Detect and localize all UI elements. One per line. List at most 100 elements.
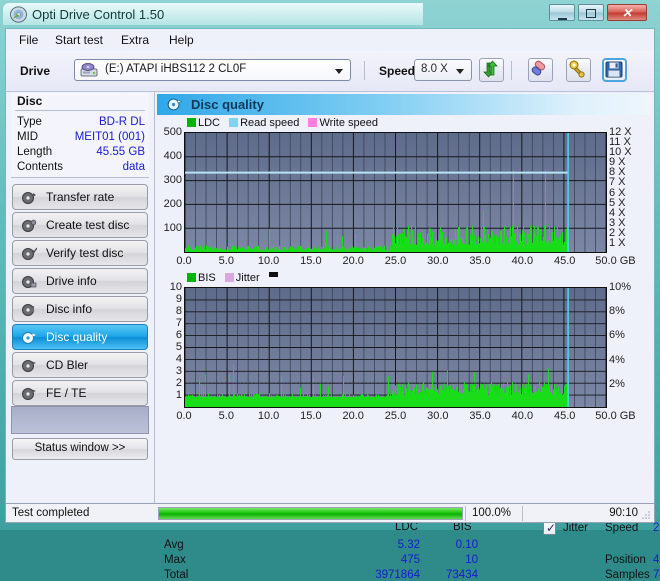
disc-row-mid-label: MID	[17, 131, 39, 143]
bis-xtick-5: 5.0	[218, 410, 234, 422]
sidebar-item-label: Disc quality	[46, 330, 108, 344]
status-window-button[interactable]: Status window >>	[12, 438, 148, 460]
status-separator-2	[522, 506, 523, 521]
ldc-xtick-25: 25.0	[384, 255, 407, 267]
disc-quality-icon	[167, 97, 183, 112]
toolbar-separator-2	[511, 61, 512, 80]
chevron-down-icon	[335, 69, 343, 74]
disc-row-contents-value: data	[122, 161, 145, 173]
tools-button[interactable]	[566, 58, 591, 82]
bis-xtick-15: 15.0	[300, 410, 322, 422]
stats-row-avg-label: Avg	[164, 539, 184, 551]
legend-marker-black	[268, 272, 278, 277]
disc-quality-icon	[21, 330, 37, 346]
bis-chart-legend: BIS Jitter	[187, 272, 278, 284]
drive-value: (E:) ATAPI iHBS112 2 CL0F	[105, 63, 247, 75]
speed-select[interactable]: 8.0 X	[414, 59, 472, 81]
menu-help[interactable]: Help	[164, 32, 199, 48]
sidebar-item-transfer-rate[interactable]: Transfer rate	[12, 184, 148, 210]
close-button[interactable]: ✕	[607, 4, 647, 21]
sidebar-item-label: CD Bler	[46, 358, 89, 372]
legend-swatch-jitter	[224, 273, 234, 282]
disc-info-heading: Disc	[17, 94, 43, 108]
menu-start-test[interactable]: Start test	[50, 32, 108, 48]
ldc-xtick-0: 0.0	[176, 255, 192, 267]
drive-select[interactable]: (E:) ATAPI iHBS112 2 CL0F	[74, 59, 351, 81]
bis-ytick-6: 6	[175, 329, 182, 341]
ldc-xtick-20: 20.0	[342, 255, 364, 267]
sidebar-item-drive-info[interactable]: Drive info	[12, 268, 148, 294]
menu-bar: File Start test Extra Help	[6, 29, 654, 51]
samples-stat-label: Samples	[605, 569, 650, 581]
bis-ytick-5: 5	[175, 341, 182, 353]
erase-button[interactable]	[528, 58, 553, 82]
legend-label-write-speed: Write speed	[319, 117, 378, 129]
legend-label-ldc: LDC	[198, 117, 221, 129]
progress-bar-fill	[159, 508, 462, 519]
stats-max-bis: 10	[465, 554, 478, 566]
tools-icon	[569, 60, 585, 78]
ldc-chart-y2axis: 12 X 11 X 10 X 9 X 8 X 7 X 6 X 5 X 4 X 3…	[609, 126, 653, 253]
bis-chart-y2axis: 10% 8% 6% 4% 2%	[609, 281, 653, 408]
disc-row-contents: Contents data	[17, 161, 145, 175]
sidebar-item-cd-bler[interactable]: CD Bler	[12, 352, 148, 378]
legend-label-bis: BIS	[198, 272, 216, 284]
menu-extra[interactable]: Extra	[116, 32, 154, 48]
ldc-ytick-500: 500	[163, 126, 182, 138]
bis-xtick-20: 20.0	[342, 410, 364, 422]
bis-y2tick-6pct: 6%	[609, 329, 625, 342]
disc-info-divider	[15, 110, 145, 111]
checkmark-icon: ✓	[546, 521, 557, 535]
refresh-arrows-icon	[483, 60, 498, 78]
resize-grip[interactable]	[641, 510, 651, 520]
maximize-button[interactable]	[578, 4, 604, 21]
sidebar-item-disc-info[interactable]: Disc info	[12, 296, 148, 322]
fe-te-icon	[21, 386, 37, 402]
jitter-checkbox[interactable]: ✓	[543, 521, 557, 535]
disc-verify-icon	[21, 246, 38, 262]
bis-ytick-2: 2	[175, 377, 182, 389]
ldc-chart-yaxis: 500 400 300 200 100	[155, 126, 182, 252]
ldc-xtick-30: 30.0	[427, 255, 449, 267]
sidebar-item-disc-quality[interactable]: Disc quality	[12, 324, 148, 350]
save-button[interactable]	[602, 58, 627, 82]
ldc-xtick-40: 40.0	[511, 255, 534, 267]
window-title: Opti Drive Control 1.50	[32, 7, 165, 22]
bis-y2tick-4pct: 4%	[609, 353, 625, 366]
samples-stat-value: 746286	[653, 569, 660, 581]
page-title: Disc quality	[191, 97, 264, 112]
position-stat-label: Position	[605, 554, 646, 566]
sidebar-item-label: Verify test disc	[46, 246, 124, 260]
left-panel: Disc Type BD-R DL MID MEIT01 (001) Lengt…	[6, 92, 154, 520]
menu-file[interactable]: File	[14, 32, 43, 48]
ldc-xtick-45: 45.0	[553, 255, 576, 267]
drive-info-icon	[21, 274, 37, 290]
sidebar-item-label: Drive info	[46, 274, 97, 288]
ldc-xtick-10: 10.0	[257, 255, 280, 267]
sidebar-item-verify-test-disc[interactable]: Verify test disc	[12, 240, 148, 266]
bis-ytick-4: 4	[175, 353, 182, 365]
bis-plot-area	[184, 287, 607, 408]
disc-rate-icon	[21, 190, 37, 206]
bis-y2tick-2pct: 2%	[609, 377, 625, 390]
ldc-xtick-15: 15.0	[300, 255, 322, 267]
bis-xtick-35: 35.0	[469, 410, 491, 422]
bis-xtick-0: 0.0	[176, 410, 192, 422]
ldc-xtick-35: 35.0	[469, 255, 491, 267]
cd-bler-icon	[21, 358, 37, 374]
ldc-chart: LDC Read speed Write speed 500 400 300 2…	[155, 117, 655, 267]
position-stat-value: 46643	[653, 554, 660, 566]
chevron-down-icon	[456, 69, 464, 74]
refresh-button[interactable]	[479, 58, 504, 82]
bis-ytick-1: 1	[175, 389, 182, 401]
minimize-button[interactable]	[549, 4, 575, 21]
sidebar-item-fe-te[interactable]: FE / TE	[12, 380, 148, 406]
bis-xtick-30: 30.0	[427, 410, 449, 422]
sidebar-filler	[11, 406, 149, 434]
ldc-xtick-50: 50.0 GB	[595, 255, 636, 267]
speed-value: 8.0 X	[421, 63, 448, 75]
progress-percent: 100.0%	[472, 507, 512, 519]
bis-ytick-8: 8	[175, 305, 182, 317]
sidebar-item-create-test-disc[interactable]: Create test disc	[12, 212, 148, 238]
status-window-label: Status window >>	[34, 442, 126, 454]
